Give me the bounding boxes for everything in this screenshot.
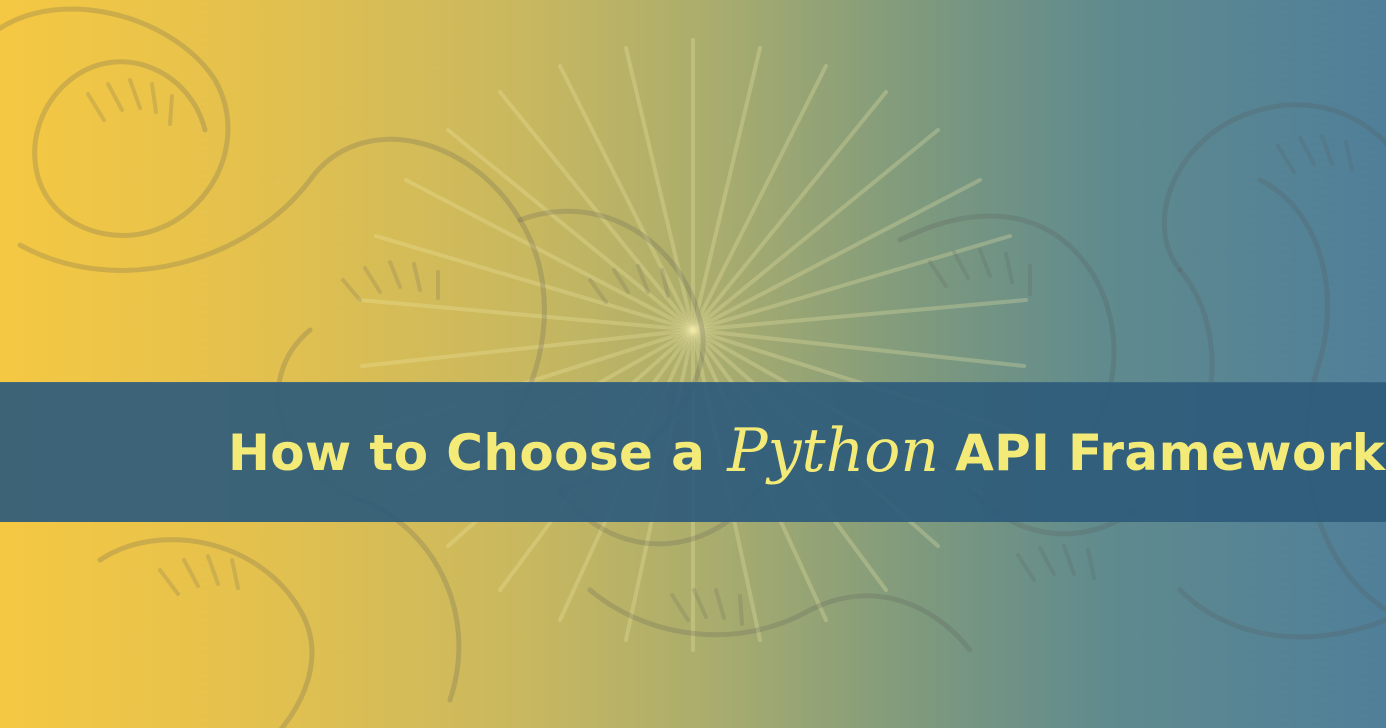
sunburst-icon bbox=[358, 38, 1028, 652]
page-title: How to Choose a Python API Framework bbox=[228, 407, 1385, 499]
title-prefix: How to Choose a bbox=[228, 424, 706, 482]
hero-banner: How to Choose a Python API Framework bbox=[0, 0, 1386, 728]
decorative-illustration bbox=[0, 6, 1386, 728]
title-suffix: API Framework bbox=[955, 424, 1386, 482]
title-highlight: Python bbox=[727, 416, 940, 486]
